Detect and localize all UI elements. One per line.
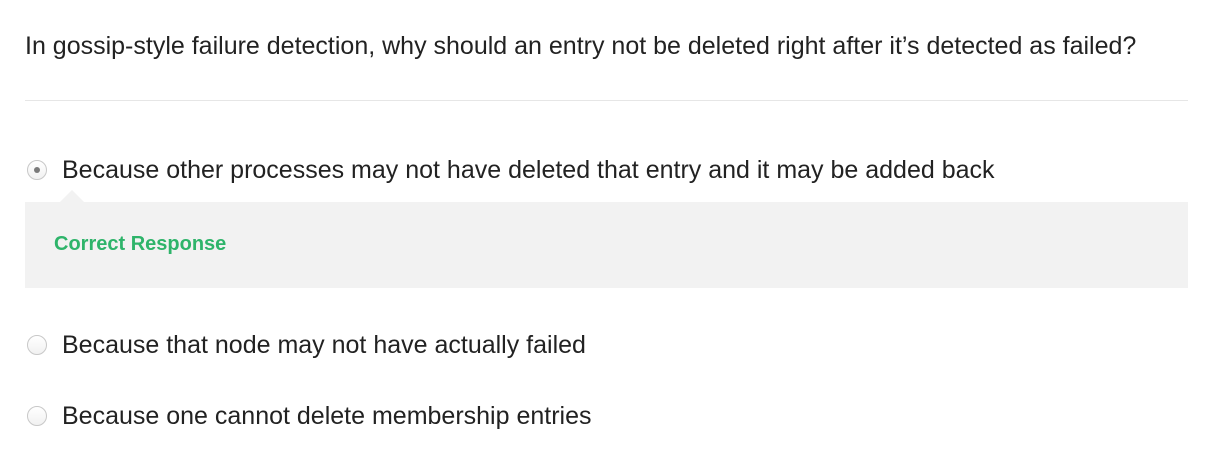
radio-unselected-icon[interactable] [27, 406, 47, 426]
answer-option-1[interactable]: Because other processes may not have del… [25, 150, 1188, 190]
answer-option-1-label: Because other processes may not have del… [62, 156, 995, 184]
radio-unselected-icon[interactable] [27, 335, 47, 355]
answer-option-2[interactable]: Because that node may not have actually … [25, 325, 1188, 365]
feedback-status: Correct Response [54, 233, 227, 255]
question-text: In gossip-style failure detection, why s… [25, 32, 1137, 60]
answer-option-3-label: Because one cannot delete membership ent… [62, 402, 592, 430]
feedback-panel: Correct Response [25, 190, 1188, 288]
quiz-question-card: In gossip-style failure detection, why s… [25, 0, 1188, 450]
answer-option-3[interactable]: Because one cannot delete membership ent… [25, 396, 1188, 436]
feedback-pointer [60, 190, 84, 202]
answer-option-2-label: Because that node may not have actually … [62, 331, 586, 359]
radio-selected-icon[interactable] [27, 160, 47, 180]
question-divider [25, 100, 1188, 101]
